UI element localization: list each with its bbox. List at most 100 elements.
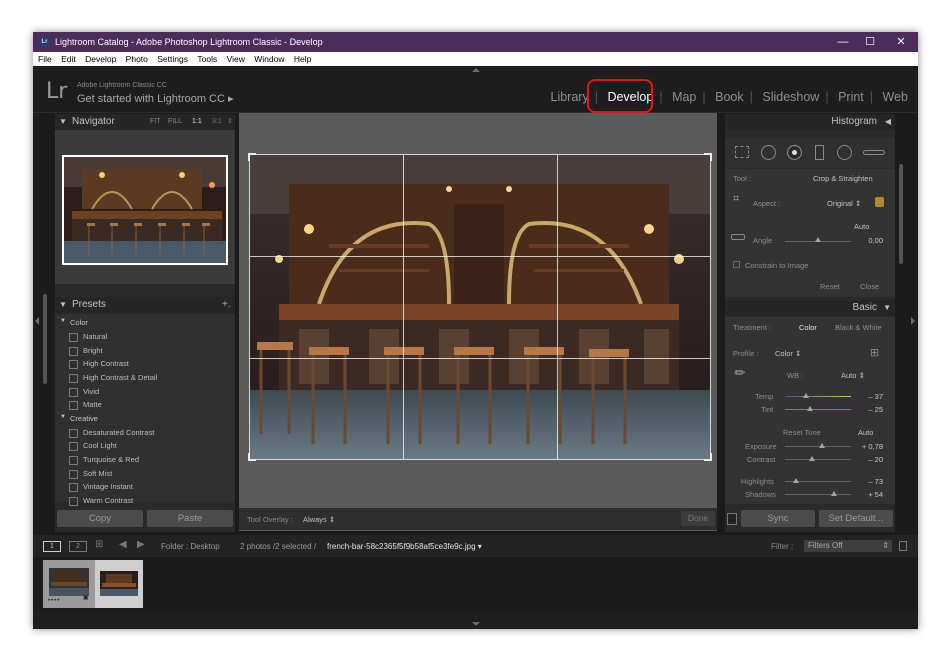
angle-value[interactable]: 0,00 xyxy=(843,236,883,245)
basic-header[interactable]: Basic ▼ xyxy=(725,300,895,316)
close-button[interactable]: ✕ xyxy=(886,32,916,52)
maximize-button[interactable]: ☐ xyxy=(855,32,885,52)
preset-item[interactable]: Matte xyxy=(69,400,102,410)
reset-tone-button[interactable]: Reset Tone xyxy=(783,428,821,437)
right-panel-toggle-icon[interactable] xyxy=(911,317,915,325)
preset-item[interactable]: High Contrast & Detail xyxy=(68,373,157,383)
bottom-panel-toggle[interactable] xyxy=(33,610,918,629)
zoom-stepper-icon[interactable]: ⇕ xyxy=(227,114,233,130)
temp-slider-knob[interactable] xyxy=(803,393,809,398)
presets-header[interactable]: ▼ Presets +. xyxy=(55,297,235,313)
crop-close-button[interactable]: Close xyxy=(860,282,879,291)
module-web[interactable]: Web xyxy=(877,90,914,104)
zoom-3-1[interactable]: 3:1 xyxy=(212,114,222,130)
preset-item[interactable]: Turquoise & Red xyxy=(68,455,139,465)
back-arrow-icon[interactable]: ◀ xyxy=(119,539,127,550)
highlights-slider-knob[interactable] xyxy=(793,478,799,483)
zoom-fit[interactable]: FIT xyxy=(150,114,161,130)
graduated-filter-icon[interactable] xyxy=(815,145,824,160)
eyedropper-icon[interactable]: ✎ xyxy=(731,363,750,382)
shadows-slider[interactable] xyxy=(785,494,851,495)
preset-item[interactable]: Natural xyxy=(68,332,107,342)
sync-button[interactable]: Sync xyxy=(741,510,815,527)
zoom-fill[interactable]: FILL xyxy=(168,114,182,130)
preset-item[interactable]: Vivid xyxy=(68,387,99,397)
page-2-button[interactable]: 2 xyxy=(69,541,87,552)
preset-item[interactable]: Cool Light xyxy=(69,441,117,451)
crop-tool-icon[interactable] xyxy=(735,146,749,158)
wb-select[interactable]: Auto ⇕ xyxy=(841,371,865,380)
treatment-bw[interactable]: Black & White xyxy=(835,323,882,332)
preset-item[interactable]: Vintage Instant xyxy=(69,482,133,492)
navigator-header[interactable]: ▼ Navigator FIT FILL 1:1 3:1 ⇕ xyxy=(55,114,235,130)
temp-value[interactable]: – 37 xyxy=(843,392,883,401)
filmstrip-thumbnail-selected[interactable] xyxy=(95,560,143,608)
crop-reset-button[interactable]: Reset xyxy=(820,282,840,291)
menu-edit[interactable]: Edit xyxy=(61,52,76,66)
preset-folder-creative[interactable]: ▼ Creative xyxy=(60,414,98,423)
treatment-color[interactable]: Color xyxy=(799,323,817,332)
contrast-slider-knob[interactable] xyxy=(809,456,815,461)
radial-filter-icon[interactable] xyxy=(837,145,852,160)
page-1-button[interactable]: 1 xyxy=(43,541,61,552)
angle-slider-knob[interactable] xyxy=(815,237,821,242)
set-default-button[interactable]: Set Default... xyxy=(819,510,893,527)
paste-button[interactable]: Paste xyxy=(147,510,233,527)
left-scrollbar[interactable] xyxy=(43,294,47,384)
straighten-tool-icon[interactable] xyxy=(731,234,745,240)
histogram-header[interactable]: Histogram ◀ xyxy=(725,114,895,130)
collapse-top-arrow-icon[interactable] xyxy=(472,68,480,72)
exposure-slider[interactable] xyxy=(785,446,851,447)
preset-item[interactable]: Bright xyxy=(69,346,103,356)
crop-frame[interactable] xyxy=(248,153,712,461)
module-print[interactable]: Print xyxy=(832,90,870,104)
crop-frame-icon[interactable]: ⌗ xyxy=(733,193,739,206)
menu-window[interactable]: Window xyxy=(254,52,284,66)
crop-handle[interactable] xyxy=(704,453,712,461)
minimize-button[interactable]: — xyxy=(828,32,858,52)
red-eye-icon[interactable] xyxy=(787,145,802,160)
menu-develop[interactable]: Develop xyxy=(85,52,116,66)
menu-help[interactable]: Help xyxy=(294,52,311,66)
preset-item[interactable]: Warm Contrast xyxy=(68,496,133,506)
adjustment-brush-icon[interactable] xyxy=(863,150,885,155)
preset-item[interactable]: High Contrast xyxy=(69,359,129,369)
folder-source[interactable]: Folder : Desktop xyxy=(161,542,220,551)
zoom-1-1[interactable]: 1:1 xyxy=(192,114,202,130)
preset-item[interactable]: Soft Mist xyxy=(68,469,112,479)
add-preset-icon[interactable]: +. xyxy=(222,297,231,313)
angle-auto-button[interactable]: Auto xyxy=(854,222,869,231)
preset-item[interactable]: Desaturated Contrast xyxy=(68,428,154,438)
exposure-slider-knob[interactable] xyxy=(819,443,825,448)
crop-handle[interactable] xyxy=(248,153,256,161)
current-filename[interactable]: french-bar-58c2365f5f9b58af5ce3fe9c.jpg … xyxy=(327,542,482,551)
contrast-value[interactable]: – 20 xyxy=(843,455,883,464)
filter-lock-icon[interactable] xyxy=(899,541,907,551)
forward-arrow-icon[interactable]: ▶ xyxy=(137,539,145,550)
shadows-slider-knob[interactable] xyxy=(831,491,837,496)
tool-overlay-select[interactable]: Always ⇕ xyxy=(303,515,335,524)
left-panel-toggle-icon[interactable] xyxy=(35,317,39,325)
grid-view-icon[interactable]: ⊞ xyxy=(95,539,103,550)
get-started-link[interactable]: Get started with Lightroom CC ▸ xyxy=(77,92,234,105)
menu-tools[interactable]: Tools xyxy=(197,52,217,66)
copy-button[interactable]: Copy xyxy=(57,510,143,527)
filmstrip-thumbnail[interactable]: •••• ▣ xyxy=(43,560,95,608)
profile-browser-icon[interactable]: ⊞ xyxy=(870,346,879,359)
highlights-value[interactable]: – 73 xyxy=(843,477,883,486)
aspect-select[interactable]: Original ⇕ xyxy=(827,199,861,208)
profile-select[interactable]: Color ⇕ xyxy=(775,349,801,358)
menu-photo[interactable]: Photo xyxy=(126,52,148,66)
menu-settings[interactable]: Settings xyxy=(157,52,188,66)
temp-slider[interactable] xyxy=(785,396,851,397)
done-button[interactable]: Done xyxy=(681,511,715,526)
sync-toggle-switch[interactable] xyxy=(727,513,737,525)
module-slideshow[interactable]: Slideshow xyxy=(756,90,825,104)
module-map[interactable]: Map xyxy=(666,90,702,104)
tint-slider[interactable] xyxy=(785,409,851,410)
tone-auto-button[interactable]: Auto xyxy=(858,428,873,437)
preset-folder-color[interactable]: ▼ Color xyxy=(60,318,88,327)
crop-handle[interactable] xyxy=(704,153,712,161)
navigator-preview[interactable] xyxy=(62,155,228,265)
crop-handle[interactable] xyxy=(248,453,256,461)
